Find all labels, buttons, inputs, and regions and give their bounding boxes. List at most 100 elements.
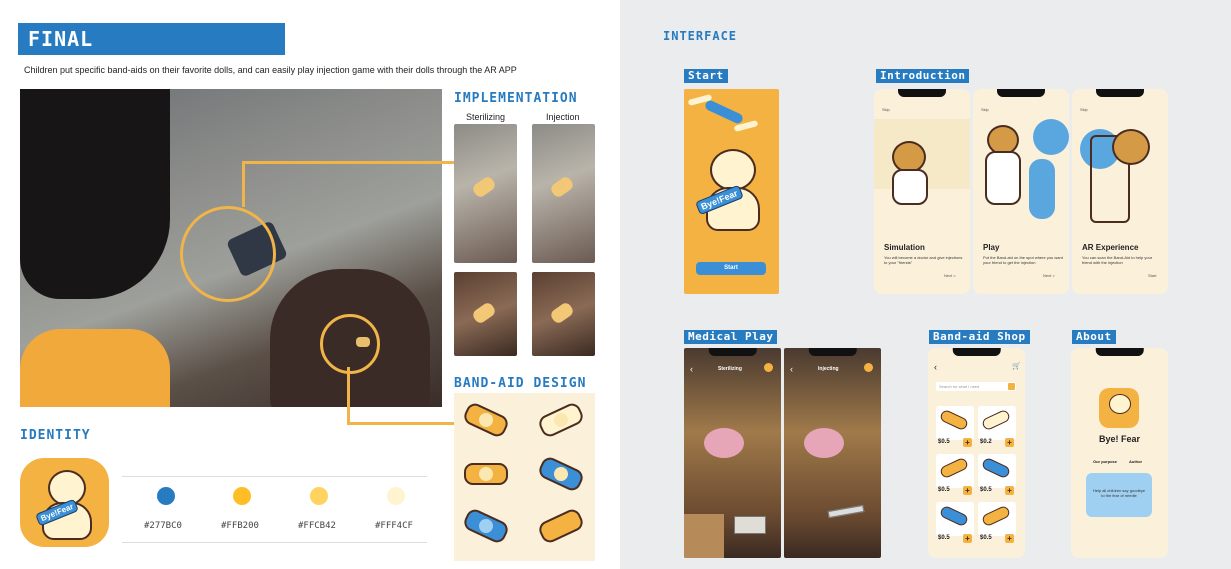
tab-our-purpose[interactable]: Our purpose	[1093, 459, 1117, 464]
product-card[interactable]	[936, 502, 974, 536]
start-link[interactable]: Start	[1148, 273, 1156, 278]
connector-line	[242, 161, 245, 207]
help-icon[interactable]	[764, 363, 773, 372]
intro-text-1: You will become a doctor and give inject…	[884, 255, 963, 265]
implementation-title: IMPLEMENTATION	[454, 91, 578, 106]
tab-author[interactable]: Author	[1129, 459, 1142, 464]
table	[684, 514, 724, 558]
interface-panel: INTERFACE Start Bye!Fear Start Introduct…	[620, 0, 1231, 569]
product-card[interactable]	[936, 406, 974, 440]
screen-title-injecting: Injecting	[818, 366, 839, 372]
start-screen: Bye!Fear Start	[684, 89, 779, 294]
connector-line	[242, 161, 454, 164]
next-link-2[interactable]: Next >	[1043, 273, 1055, 278]
intro-text-3: You can scan the Band-Aid to help your f…	[1082, 255, 1153, 265]
sterilizing-photo	[454, 272, 517, 356]
skip-link[interactable]: Skip	[981, 107, 989, 112]
add-to-cart-button[interactable]: +	[1005, 534, 1014, 543]
intro-screen-3: Skip AR Experience You can scan the Band…	[1072, 89, 1168, 294]
search-placeholder: Search for what I need	[939, 384, 980, 389]
injection-label: Injection	[546, 112, 580, 122]
bandaid-blue-stripe	[461, 506, 511, 546]
purpose-card: Help all children say goodbye to the fea…	[1086, 473, 1152, 517]
product-card[interactable]	[978, 502, 1016, 536]
about-screen: Bye! Fear Our purpose Author Help all ch…	[1071, 348, 1168, 558]
connector-line	[347, 367, 350, 425]
product-price: $0.5	[980, 487, 992, 493]
about-tag: About	[1072, 330, 1116, 344]
bear-icon	[1112, 129, 1150, 165]
start-button[interactable]: Start	[696, 262, 766, 275]
color-hex-4: #FFF4CF	[375, 521, 413, 531]
intro-screen-1: Skip Simulation You will become a doctor…	[874, 89, 970, 294]
doctor-coat	[985, 151, 1021, 205]
screen-title-sterilizing: Sterilizing	[718, 366, 742, 372]
interface-title: INTERFACE	[663, 29, 738, 43]
add-to-cart-button[interactable]: +	[963, 486, 972, 495]
doctor-coat	[892, 169, 928, 205]
intro-title-1: Simulation	[884, 243, 925, 252]
bear-icon	[710, 149, 756, 191]
skip-link[interactable]: Skip	[882, 107, 890, 112]
doll-nose	[704, 428, 744, 458]
purpose-text: Help all children say goodbye to the fea…	[1092, 488, 1146, 498]
color-swatch-4	[387, 487, 405, 505]
app-logo	[1099, 388, 1139, 428]
about-app-name: Bye! Fear	[1098, 434, 1141, 444]
injection-photo	[532, 272, 595, 356]
help-icon[interactable]	[864, 363, 873, 372]
cotton-box	[734, 516, 766, 534]
skip-link[interactable]: Skip	[1080, 107, 1088, 112]
add-to-cart-button[interactable]: +	[963, 534, 972, 543]
intro-screen-2: Skip Play Put the Band-aid on the spot w…	[973, 89, 1069, 294]
introduction-tag: Introduction	[876, 69, 970, 83]
connector-line	[347, 422, 454, 425]
bandaid-orange-round	[464, 463, 508, 485]
intro-title-2: Play	[983, 243, 1000, 252]
bandaid-blue	[536, 454, 586, 494]
back-icon[interactable]: ‹	[934, 362, 937, 372]
medical-play-tag: Medical Play	[684, 330, 778, 344]
back-icon[interactable]: ‹	[790, 364, 793, 374]
shop-screen: ‹ 🛒 Search for what I need $0.5 + $0.2 +…	[928, 348, 1025, 558]
bear-icon	[1109, 394, 1131, 414]
blue-swoosh	[703, 99, 745, 125]
bandaid-highlight-circle	[320, 314, 380, 374]
color-hex-2: #FFB200	[221, 521, 259, 531]
bandaid-design-title: BAND-AID DESIGN	[454, 376, 587, 391]
injecting-screen: ‹ Injecting	[784, 348, 881, 558]
app-logo: Bye!Fear	[20, 458, 109, 547]
product-price: $0.5	[938, 535, 950, 541]
child-hair	[20, 89, 170, 299]
color-swatch-1	[157, 487, 175, 505]
add-to-cart-button[interactable]: +	[1005, 438, 1014, 447]
sterilizing-screen: ‹ Sterilizing	[684, 348, 781, 558]
sterilizing-label: Sterilizing	[466, 112, 506, 122]
back-icon[interactable]: ‹	[690, 364, 693, 374]
blue-circle	[1033, 119, 1069, 155]
color-divider	[122, 542, 427, 543]
page-title: FINAL IMPLEMENTATION	[18, 23, 285, 83]
search-input[interactable]: Search for what I need	[936, 382, 1016, 391]
product-card[interactable]	[978, 406, 1016, 440]
color-hex-1: #277BC0	[144, 521, 182, 531]
search-icon[interactable]	[1008, 383, 1015, 390]
add-to-cart-button[interactable]: +	[963, 438, 972, 447]
syringe-icon	[827, 504, 865, 519]
cart-icon[interactable]: 🛒	[1012, 362, 1021, 370]
product-card[interactable]	[978, 454, 1016, 488]
next-link-1[interactable]: Next >	[944, 273, 956, 278]
add-to-cart-button[interactable]: +	[1005, 486, 1014, 495]
color-hex-3: #FFCB42	[298, 521, 336, 531]
phone-highlight-circle	[180, 206, 276, 302]
final-implementation-panel: FINAL IMPLEMENTATION Children put specif…	[0, 0, 620, 569]
start-tag: Start	[684, 69, 728, 83]
product-price: $0.5	[938, 439, 950, 445]
product-card[interactable]	[936, 454, 974, 488]
color-swatch-3	[310, 487, 328, 505]
product-price: $0.2	[980, 439, 992, 445]
product-price: $0.5	[980, 535, 992, 541]
identity-title: IDENTITY	[20, 428, 91, 443]
child-shirt	[20, 329, 170, 407]
intro-title-3: AR Experience	[1082, 243, 1139, 252]
